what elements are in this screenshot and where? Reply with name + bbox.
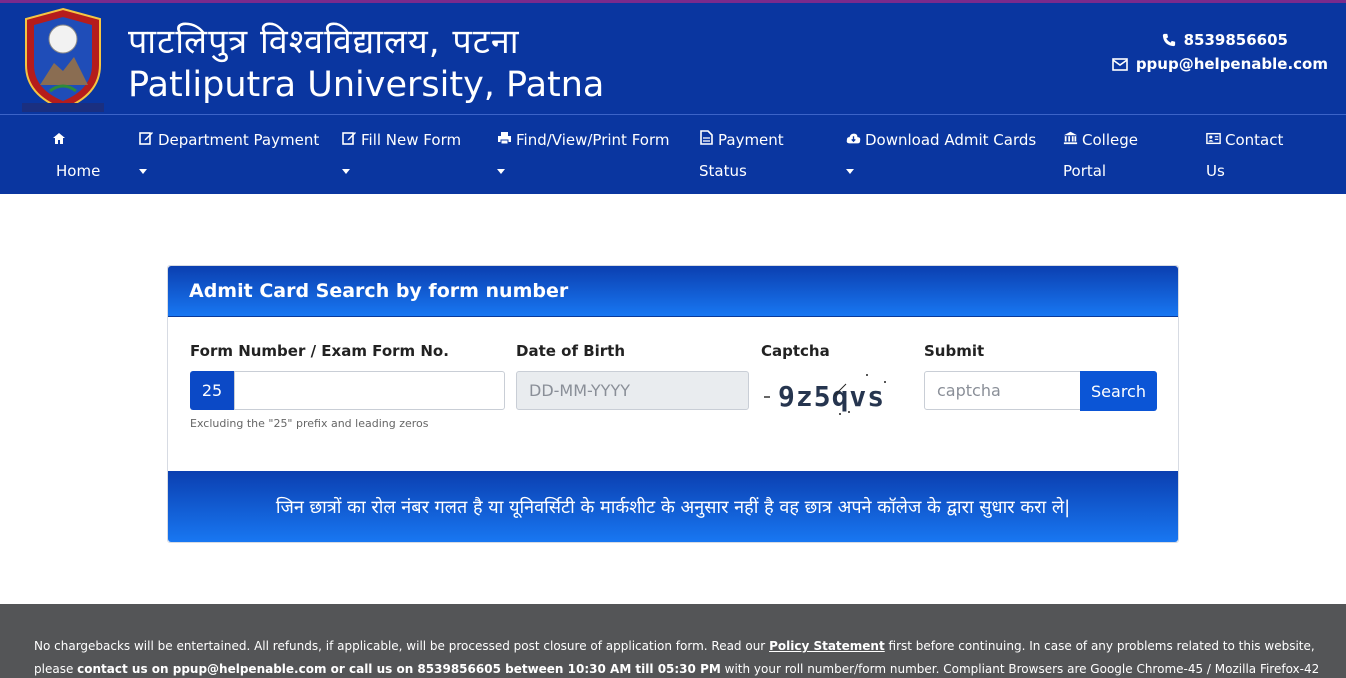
card-title: Admit Card Search by form number bbox=[189, 280, 569, 302]
main-navbar: Home Department Payment Fill New Form Fi… bbox=[0, 114, 1346, 194]
nav-home[interactable]: Home bbox=[52, 125, 100, 187]
print-icon bbox=[498, 132, 511, 145]
dropdown-caret-icon bbox=[342, 169, 350, 174]
nav-fill-new-form[interactable]: Fill New Form bbox=[342, 125, 461, 174]
captcha-input[interactable] bbox=[924, 371, 1081, 410]
nav-fill-new-form-label: Fill New Form bbox=[361, 131, 462, 149]
nav-payment-status[interactable]: Payment Status bbox=[699, 125, 784, 187]
nav-department-payment-label: Department Payment bbox=[158, 131, 320, 149]
contact-card-icon bbox=[1206, 132, 1221, 145]
envelope-icon bbox=[1112, 57, 1128, 71]
nav-payment-status-line1: Payment bbox=[718, 131, 784, 149]
home-icon bbox=[53, 133, 65, 144]
captcha-image: 9z5qvs bbox=[764, 374, 886, 415]
footer-text-part1: No chargebacks will be entertained. All … bbox=[34, 639, 770, 653]
form-number-label: Form Number / Exam Form No. bbox=[190, 342, 449, 360]
university-title-english: Patliputra University, Patna bbox=[128, 65, 605, 105]
dob-input[interactable] bbox=[516, 371, 749, 410]
phone-icon bbox=[1162, 33, 1175, 47]
nav-download-admit-cards-label: Download Admit Cards bbox=[865, 131, 1037, 149]
nav-home-label: Home bbox=[56, 162, 101, 180]
edit-icon bbox=[342, 132, 356, 145]
nav-college-portal-line1: College bbox=[1082, 131, 1138, 149]
footer-contact-info: contact us on ppup@helpenable.com or cal… bbox=[77, 662, 721, 676]
phone-contact[interactable]: 8539856605 bbox=[1162, 31, 1288, 49]
university-title-hindi: पाटलिपुत्र विश्वविद्यालय, पटना bbox=[128, 22, 520, 62]
university-logo bbox=[22, 7, 104, 112]
site-footer: No chargebacks will be entertained. All … bbox=[0, 604, 1346, 678]
form-number-input[interactable] bbox=[234, 371, 505, 410]
cloud-download-icon bbox=[846, 133, 861, 144]
form-number-hint: Excluding the "25" prefix and leading ze… bbox=[190, 417, 429, 430]
nav-contact-us-line1: Contact bbox=[1225, 131, 1284, 149]
card-header: Admit Card Search by form number bbox=[168, 266, 1178, 317]
policy-statement-link[interactable]: Policy Statement bbox=[769, 639, 885, 653]
nav-download-admit-cards[interactable]: Download Admit Cards bbox=[846, 125, 1036, 174]
captcha-label: Captcha bbox=[761, 342, 830, 360]
nav-department-payment[interactable]: Department Payment bbox=[139, 125, 319, 174]
submit-label: Submit bbox=[924, 342, 985, 360]
nav-payment-status-line2: Status bbox=[699, 162, 747, 180]
admit-card-search-panel: Admit Card Search by form number Form Nu… bbox=[167, 265, 1179, 543]
institution-icon bbox=[1063, 131, 1078, 145]
footer-text: No chargebacks will be entertained. All … bbox=[34, 635, 1324, 678]
email-contact[interactable]: ppup@helpenable.com bbox=[1112, 55, 1328, 73]
document-icon bbox=[700, 130, 713, 145]
dropdown-caret-icon bbox=[139, 169, 147, 174]
site-header: पाटलिपुत्र विश्वविद्यालय, पटना Patliputr… bbox=[0, 0, 1346, 114]
search-button[interactable]: Search bbox=[1080, 371, 1157, 411]
nav-contact-us-line2: Us bbox=[1206, 162, 1225, 180]
form-number-prefix: 25 bbox=[190, 371, 234, 410]
email-address: ppup@helpenable.com bbox=[1135, 55, 1328, 73]
nav-find-view-print-label: Find/View/Print Form bbox=[516, 131, 670, 149]
dropdown-caret-icon bbox=[846, 169, 854, 174]
roll-number-notice: जिन छात्रों का रोल नंबर गलत है या यूनिवर… bbox=[168, 471, 1178, 542]
phone-number: 8539856605 bbox=[1183, 31, 1288, 49]
nav-college-portal-line2: Portal bbox=[1063, 162, 1107, 180]
dropdown-caret-icon bbox=[497, 169, 505, 174]
captcha-text: 9z5qvs bbox=[778, 380, 885, 413]
nav-find-view-print[interactable]: Find/View/Print Form bbox=[497, 125, 670, 174]
dob-label: Date of Birth bbox=[516, 342, 626, 360]
nav-college-portal[interactable]: College Portal bbox=[1063, 125, 1138, 187]
nav-contact-us[interactable]: Contact Us bbox=[1206, 125, 1283, 187]
edit-icon bbox=[139, 132, 153, 145]
